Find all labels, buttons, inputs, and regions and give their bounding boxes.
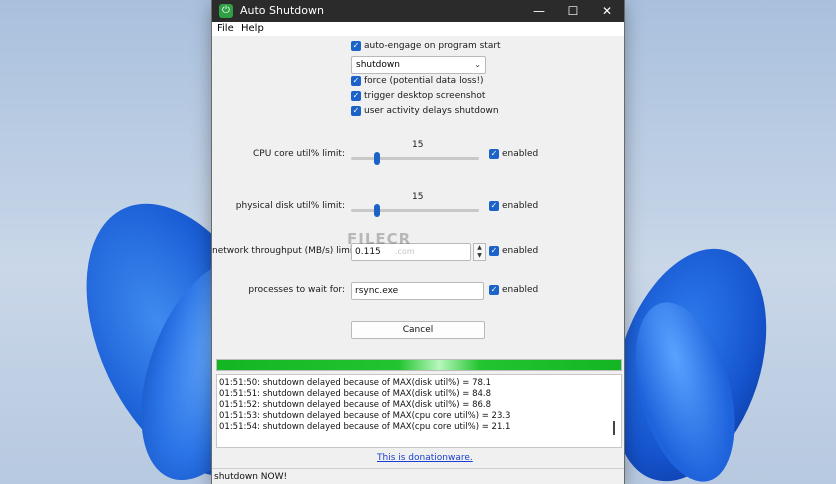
user-activity-checkbox[interactable]: ✓ (351, 106, 361, 116)
action-select[interactable]: shutdown ⌄ (351, 56, 486, 74)
disk-slider-thumb[interactable] (374, 204, 380, 217)
auto-engage-checkbox[interactable]: ✓ (351, 41, 361, 51)
maximize-button[interactable]: ☐ (556, 0, 590, 22)
power-icon: ⏻ (219, 4, 233, 18)
disk-limit-label: physical disk util% limit: (235, 201, 345, 211)
donation-link[interactable]: This is donationware. (377, 453, 473, 463)
auto-engage-label: auto-engage on program start (364, 41, 501, 51)
processes-value: rsync.exe (355, 286, 399, 296)
action-select-value: shutdown (356, 60, 400, 70)
status-bar: shutdown NOW! (212, 468, 624, 484)
processes-enabled-label: enabled (502, 285, 539, 295)
log-line: 01:51:52: shutdown delayed because of MA… (219, 400, 491, 410)
cpu-slider-track[interactable] (351, 157, 479, 160)
watermark-suffix: .com (395, 247, 415, 256)
log-line: 01:51:50: shutdown delayed because of MA… (219, 378, 491, 388)
close-button[interactable]: ✕ (590, 0, 624, 22)
cpu-enabled-label: enabled (502, 149, 539, 159)
watermark-logo: FILECR (347, 230, 412, 248)
screenshot-label: trigger desktop screenshot (364, 91, 486, 101)
progress-bar (216, 359, 622, 371)
menu-file[interactable]: File (217, 22, 234, 36)
progress-bar-fill (217, 360, 621, 370)
menu-bar: File Help (212, 22, 624, 36)
cpu-enabled-checkbox[interactable]: ✓ (489, 149, 499, 159)
user-activity-label: user activity delays shutdown (364, 106, 499, 116)
network-spinner[interactable]: ▲ ▼ (473, 243, 486, 261)
chevron-down-icon: ⌄ (474, 60, 481, 69)
spin-down-icon[interactable]: ▼ (474, 252, 485, 260)
processes-label: processes to wait for: (248, 285, 345, 295)
status-text: shutdown NOW! (214, 472, 288, 482)
force-checkbox[interactable]: ✓ (351, 76, 361, 86)
cpu-slider-thumb[interactable] (374, 152, 380, 165)
window-title: Auto Shutdown (240, 4, 324, 17)
disk-enabled-checkbox[interactable]: ✓ (489, 201, 499, 211)
processes-input[interactable]: rsync.exe (351, 282, 484, 300)
log-line: 01:51:54: shutdown delayed because of MA… (219, 422, 511, 432)
network-limit-label: network throughput (MB/s) limit: (212, 246, 359, 256)
spin-up-icon[interactable]: ▲ (474, 244, 485, 252)
disk-enabled-label: enabled (502, 201, 539, 211)
processes-enabled-checkbox[interactable]: ✓ (489, 285, 499, 295)
network-enabled-label: enabled (502, 246, 539, 256)
cpu-limit-label: CPU core util% limit: (253, 149, 345, 159)
title-bar[interactable]: ⏻ Auto Shutdown — ☐ ✕ (212, 0, 624, 22)
minimize-button[interactable]: — (522, 0, 556, 22)
menu-help[interactable]: Help (241, 22, 264, 36)
disk-slider-value: 15 (412, 192, 424, 202)
network-enabled-checkbox[interactable]: ✓ (489, 246, 499, 256)
cancel-button[interactable]: Cancel (351, 321, 485, 339)
log-line: 01:51:51: shutdown delayed because of MA… (219, 389, 491, 399)
cpu-slider-value: 15 (412, 140, 424, 150)
auto-shutdown-window: ⏻ Auto Shutdown — ☐ ✕ File Help ✓ auto-e… (212, 0, 624, 484)
screenshot-checkbox[interactable]: ✓ (351, 91, 361, 101)
force-label: force (potential data loss!) (364, 76, 484, 86)
log-line: 01:51:53: shutdown delayed because of MA… (219, 411, 511, 421)
log-scrollbar[interactable] (613, 421, 615, 435)
log-output[interactable]: 01:51:50: shutdown delayed because of MA… (216, 374, 622, 448)
disk-slider-track[interactable] (351, 209, 479, 212)
